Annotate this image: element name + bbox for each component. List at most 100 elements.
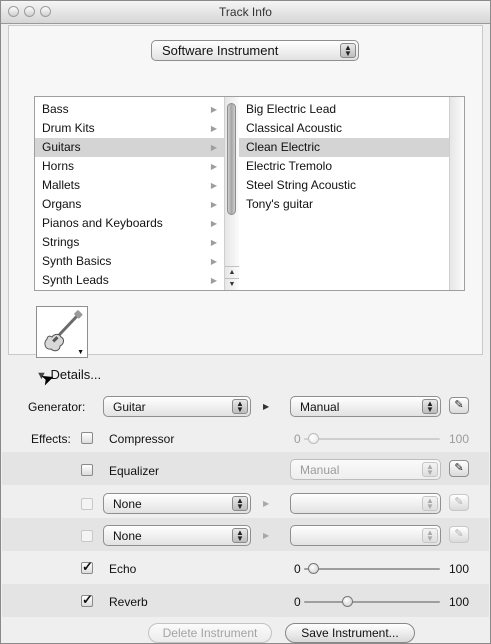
category-label: Organs <box>42 197 82 211</box>
equalizer-label: Equalizer <box>109 464 160 478</box>
category-label: Synth Leads <box>42 273 109 287</box>
pencil-icon: ✎ <box>454 462 464 474</box>
echo-checkbox[interactable]: ✓ <box>81 559 93 574</box>
generator-popup[interactable]: Guitar ▲ ▼ <box>103 396 251 417</box>
category-scrollbar[interactable]: ▲ ▼ <box>224 97 239 290</box>
instrument-icon-well[interactable]: ▼ <box>36 306 88 358</box>
chevron-right-icon: ▶ <box>210 219 217 228</box>
category-label: Horns <box>42 159 75 173</box>
category-label: Strings <box>42 235 80 249</box>
category-item[interactable]: Drum Kits ▶ <box>35 119 225 138</box>
effect-slot-2-value: None <box>113 529 142 543</box>
category-label: Drum Kits <box>42 121 95 135</box>
title-bar[interactable]: Track Info <box>1 1 490 24</box>
compressor-checkbox[interactable] <box>81 432 93 444</box>
echo-slider[interactable] <box>304 562 440 576</box>
chevron-right-icon: ▶ <box>210 124 217 133</box>
edit-pencil-button[interactable]: ✎ <box>449 397 469 414</box>
reverb-checkbox[interactable]: ✓ <box>81 592 93 607</box>
generator-preset-popup[interactable]: Manual ▲ ▼ <box>290 396 441 417</box>
category-item[interactable]: Strings ▶ <box>35 233 225 252</box>
equalizer-checkbox[interactable] <box>81 464 93 476</box>
category-label: Pianos and Keyboards <box>42 216 163 230</box>
reverb-min-label: 0 <box>294 595 301 609</box>
compressor-max-label: 100 <box>449 432 470 446</box>
category-label: Bass <box>42 102 69 116</box>
slider-knob[interactable] <box>308 563 319 574</box>
popup-arrows-icon: ▲ ▼ <box>422 462 438 477</box>
echo-label: Echo <box>109 562 137 576</box>
details-label: Details... <box>50 367 102 382</box>
popup-arrows-icon: ▲ ▼ <box>232 528 248 543</box>
effects-label: Effects: <box>31 432 71 446</box>
equalizer-preset-value: Manual <box>300 463 340 477</box>
reverb-max-label: 100 <box>449 595 470 609</box>
save-instrument-button[interactable]: Save Instrument... <box>285 623 415 643</box>
effect-slot-2-checkbox[interactable] <box>81 530 93 542</box>
reverb-label: Reverb <box>109 595 148 609</box>
instrument-item[interactable]: Tony's guitar <box>239 195 449 214</box>
category-label: Synth Basics <box>42 254 112 268</box>
effect-slot-1-preset-popup[interactable]: ▲ ▼ <box>290 493 441 514</box>
play-arrow-icon: ▶ <box>263 499 270 508</box>
slider-track <box>304 601 440 603</box>
effect-slot-2-edit-button[interactable]: ✎ <box>449 526 469 543</box>
instrument-panel: Software Instrument ▲ ▼ Bass ▶ Drum Kits ▶ … <box>8 25 483 358</box>
popup-arrows-icon: ▲ ▼ <box>422 496 438 511</box>
chevron-right-icon: ▶ <box>210 257 217 266</box>
echo-min-label: 0 <box>294 562 301 576</box>
effect-slot-1-value: None <box>113 497 142 511</box>
compressor-slider[interactable] <box>304 432 440 446</box>
category-label: Mallets <box>42 178 81 192</box>
instrument-type-popup[interactable]: Software Instrument ▲ ▼ <box>151 40 359 61</box>
popup-arrows-icon: ▲ ▼ <box>422 399 438 414</box>
compressor-min-label: 0 <box>294 432 301 446</box>
popup-arrows-icon: ▲ ▼ <box>422 528 438 543</box>
slider-track <box>304 438 440 440</box>
category-item[interactable]: Bass ▶ <box>35 100 225 119</box>
category-item[interactable]: Mallets ▶ <box>35 176 225 195</box>
instrument-item-selected[interactable]: Clean Electric <box>239 138 449 157</box>
category-item[interactable]: Pianos and Keyboards ▶ <box>35 214 225 233</box>
generator-label: Generator: <box>28 400 86 414</box>
compressor-label: Compressor <box>109 432 175 446</box>
effect-slot-2-popup[interactable]: None ▲ ▼ <box>103 525 251 546</box>
pencil-icon: ✎ <box>454 528 464 540</box>
pencil-icon: ✎ <box>454 399 464 411</box>
reverb-slider[interactable] <box>304 595 440 609</box>
chevron-right-icon: ▶ <box>210 238 217 247</box>
play-arrow-icon: ▶ <box>263 531 270 540</box>
scroll-down-arrow-icon[interactable]: ▼ <box>225 278 239 290</box>
chevron-right-icon: ▶ <box>210 276 217 285</box>
effect-slot-1-popup[interactable]: None ▲ ▼ <box>103 493 251 514</box>
slider-knob[interactable] <box>342 596 353 607</box>
scrollbar-thumb[interactable] <box>227 103 236 215</box>
equalizer-edit-button[interactable]: ✎ <box>449 460 469 477</box>
instrument-item[interactable]: Electric Tremolo <box>239 157 449 176</box>
equalizer-preset-popup[interactable]: Manual ▲ ▼ <box>290 459 441 480</box>
play-arrow-icon: ▶ <box>263 402 270 411</box>
category-item[interactable]: Organs ▶ <box>35 195 225 214</box>
chevron-right-icon: ▶ <box>210 200 217 209</box>
chevron-right-icon: ▶ <box>210 105 217 114</box>
checkmark-icon: ✓ <box>82 592 93 607</box>
popup-arrows-icon: ▲ ▼ <box>340 43 356 58</box>
slider-track <box>304 568 440 570</box>
effect-slot-1-edit-button[interactable]: ✎ <box>449 494 469 511</box>
category-item[interactable]: Synth Leads ▶ <box>35 271 225 290</box>
instrument-scrollbar[interactable] <box>449 97 464 290</box>
instrument-item[interactable]: Big Electric Lead <box>239 100 449 119</box>
delete-instrument-button[interactable]: Delete Instrument <box>148 623 272 643</box>
instrument-browser: Bass ▶ Drum Kits ▶ Guitars ▶ Horns ▶ Mallets… <box>34 96 465 291</box>
effect-slot-1-checkbox[interactable] <box>81 498 93 510</box>
category-item-selected[interactable]: Guitars ▶ <box>35 138 225 157</box>
generator-preset-value: Manual <box>300 400 340 414</box>
effect-slot-2-preset-popup[interactable]: ▲ ▼ <box>290 525 441 546</box>
slider-knob[interactable] <box>308 433 319 444</box>
category-item[interactable]: Horns ▶ <box>35 157 225 176</box>
instrument-item[interactable]: Steel String Acoustic <box>239 176 449 195</box>
instrument-item[interactable]: Classical Acoustic <box>239 119 449 138</box>
track-info-window: Track Info Software Instrument ▲ ▼ Bass ▶ … <box>0 0 491 644</box>
chevron-right-icon: ▶ <box>210 181 217 190</box>
category-item[interactable]: Synth Basics ▶ <box>35 252 225 271</box>
